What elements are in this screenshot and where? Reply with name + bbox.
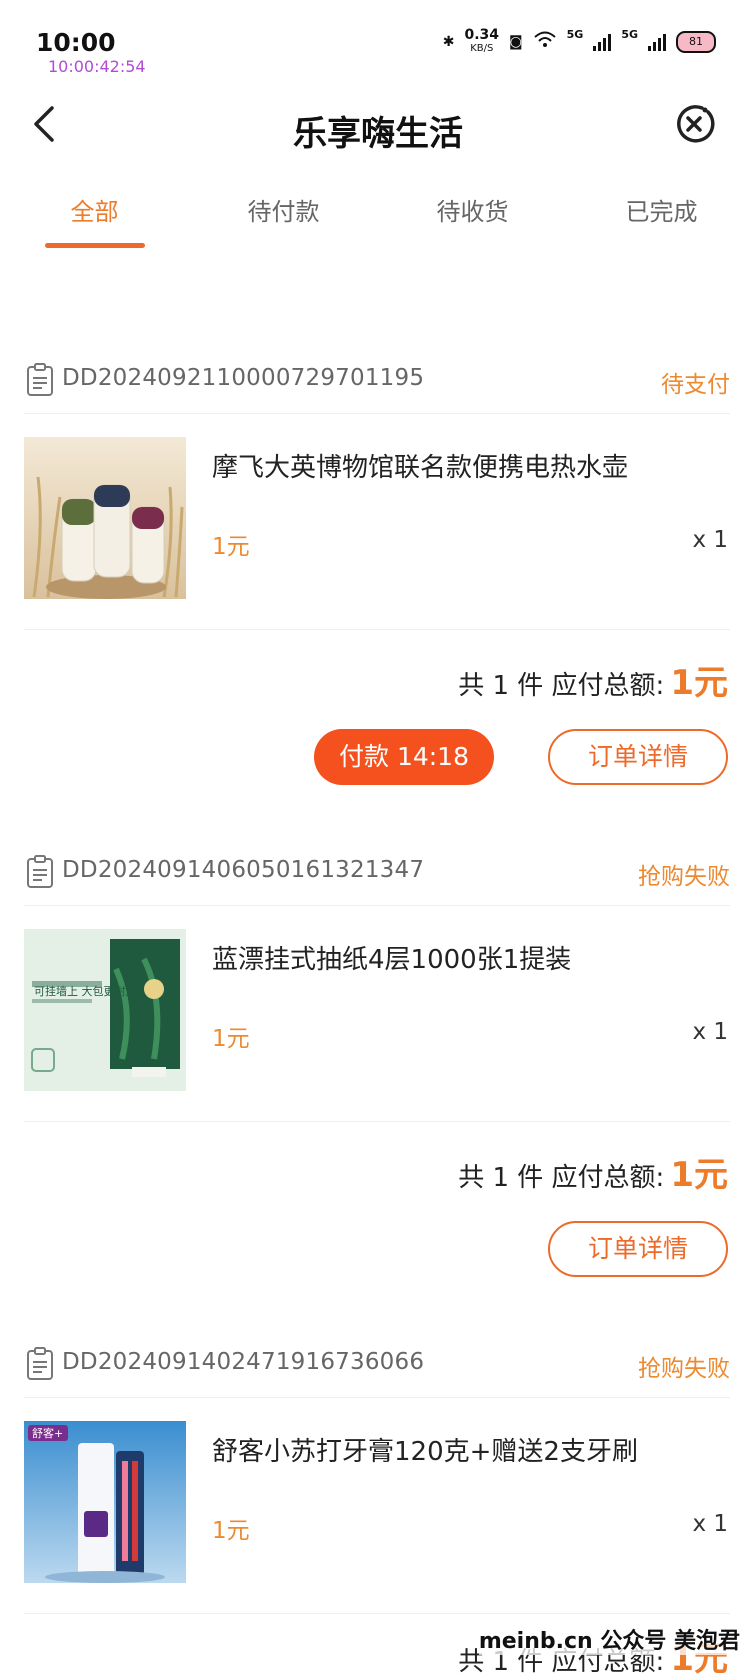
tab-pending-receipt[interactable]: 待收货 [378,180,567,250]
order-status: 抢购失败 [638,864,730,890]
product-thumbnail[interactable] [24,437,186,599]
network-label-2: 5G [621,28,638,41]
total-label: 共 1 件 应付总额: [458,671,665,701]
product-price: 1元 [212,1026,250,1052]
order-id: DD20240921100007297011​95 [62,365,425,391]
tab-pending-payment[interactable]: 待付款 [189,180,378,250]
order-detail-button[interactable]: 订单详情 [548,1221,728,1277]
tab-all[interactable]: 全部 [0,180,189,250]
thumb-caption: 舒客+ [32,1426,63,1440]
thumb-caption: 可挂墙上 大包更耐用 [34,984,137,998]
order-header: DD20240914024719167​36066 抢购失败 [24,1339,730,1395]
order-header: DD20240921100007297011​95 待支付 [24,355,730,411]
total-label: 共 1 件 应付总额: [458,1163,665,1193]
product-price: 1元 [212,534,250,560]
product-quantity: x 1 [692,1019,728,1045]
pay-button[interactable]: 付款 14:18 [314,729,494,785]
signal-icon-2 [648,33,666,51]
product-thumbnail[interactable]: 可挂墙上 大包更耐用 [24,929,186,1091]
clock-precise: 10:00:42:54 [48,57,146,76]
order-id: DD202409140605016132​1347 [62,857,425,883]
divider [24,413,730,414]
order-card: DD202409140605016132​1347 抢购失败 可挂墙上 大包更耐… [0,847,756,1287]
signal-icon-1 [593,33,612,51]
order-tabs: 全部 待付款 待收货 已完成 [0,180,756,250]
divider [24,629,730,630]
order-card: DD20240914024719167​36066 抢购失败 舒客+ 舒客小苏打… [0,1339,756,1679]
order-total: 共 1 件 应付总额: 1元 [458,655,728,704]
bluetooth-icon: ✱ [442,34,455,50]
order-clipboard-icon [27,363,53,396]
network-label-1: 5G [566,28,584,41]
wifi-icon [533,30,557,54]
app-notification-icon: ◙ [509,34,523,50]
order-header: DD202409140605016132​1347 抢购失败 [24,847,730,903]
net-speed: 0.34 KB/S [464,27,500,54]
product-name[interactable]: 舒客小苏打牙膏120克+赠送2支牙刷 [212,1431,638,1468]
product-price: 1元 [212,1518,250,1544]
divider [24,1613,730,1614]
order-status: 待支付 [661,372,730,398]
order-detail-button[interactable]: 订单详情 [548,729,728,785]
divider [24,1397,730,1398]
status-icons: ✱ 0.34 KB/S ◙ 5G 5G 81 [443,28,716,56]
page-title: 乐享嗨生活 [293,114,463,154]
order-id: DD20240914024719167​36066 [62,1349,425,1375]
watermark: meinb.cn 公众号 美泡君 [478,1623,740,1655]
battery-icon: 81 [676,31,716,53]
divider [24,1121,730,1122]
tab-completed[interactable]: 已完成 [567,180,756,250]
close-miniapp-icon[interactable] [672,102,716,146]
order-total: 共 1 件 应付总额: 1元 [458,1147,728,1196]
product-thumbnail[interactable]: 舒客+ [24,1421,186,1583]
total-amount: 1元 [670,1155,728,1195]
product-name[interactable]: 摩飞大英博物馆联名款便携电热水壶 [212,447,628,484]
product-quantity: x 1 [692,1511,728,1537]
divider [24,905,730,906]
order-clipboard-icon [27,855,53,888]
clock: 10:00 [36,28,116,57]
order-status: 抢购失败 [638,1356,730,1382]
total-amount: 1元 [670,663,728,703]
order-card: DD20240921100007297011​95 待支付 摩飞大英博物馆联名款… [0,355,756,795]
order-clipboard-icon [27,1347,53,1380]
status-bar: 10:00 10:00:42:54 ✱ 0.34 KB/S ◙ 5G 5G 81 [0,0,756,80]
product-name[interactable]: 蓝漂挂式抽纸4层1000张1提装 [212,939,571,976]
product-quantity: x 1 [692,527,728,553]
nav-bar: 乐享嗨生活 [0,90,756,162]
